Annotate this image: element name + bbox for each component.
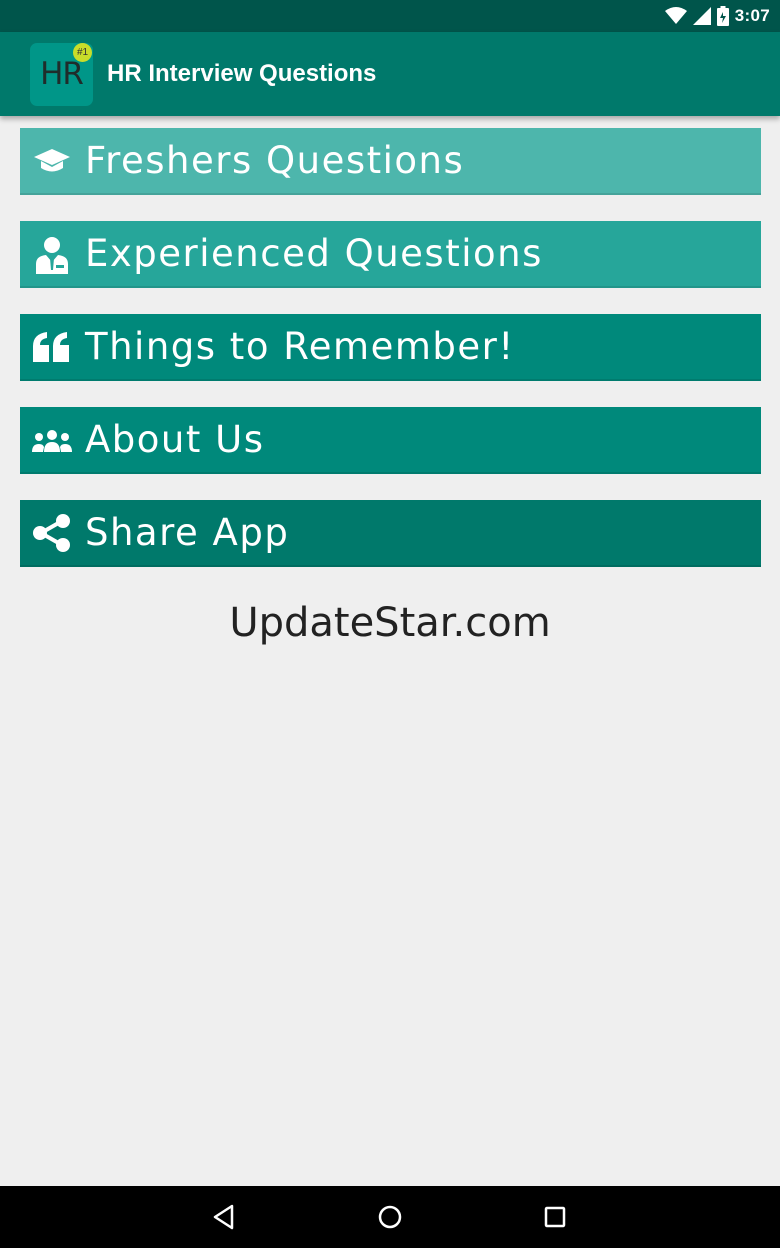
menu-label: Freshers Questions bbox=[85, 139, 465, 182]
system-nav-bar bbox=[0, 1186, 780, 1248]
menu-label: Share App bbox=[85, 511, 290, 554]
menu-label: Experienced Questions bbox=[85, 232, 543, 275]
things-to-remember-button[interactable]: Things to Remember! bbox=[20, 314, 761, 381]
menu-label: Things to Remember! bbox=[85, 325, 515, 368]
experienced-questions-button[interactable]: Experienced Questions bbox=[20, 221, 761, 288]
battery-icon bbox=[716, 6, 729, 26]
watermark-text: UpdateStar.com bbox=[229, 600, 551, 646]
home-icon[interactable] bbox=[350, 1186, 430, 1248]
wifi-icon bbox=[664, 7, 687, 25]
logo-text: HR bbox=[40, 56, 84, 92]
back-icon[interactable] bbox=[184, 1186, 264, 1248]
status-bar: 3:07 bbox=[0, 0, 780, 32]
about-us-button[interactable]: About Us bbox=[20, 407, 761, 474]
app-logo: HR #1 bbox=[30, 42, 93, 106]
status-time: 3:07 bbox=[734, 6, 770, 25]
recents-icon[interactable] bbox=[515, 1186, 595, 1248]
app-bar: HR #1 HR Interview Questions bbox=[0, 32, 780, 116]
share-icon bbox=[20, 499, 84, 566]
freshers-questions-button[interactable]: Freshers Questions bbox=[20, 128, 761, 195]
logo-badge: #1 bbox=[73, 42, 92, 62]
users-icon bbox=[20, 406, 84, 473]
graduation-cap-icon bbox=[20, 127, 84, 194]
app-title: HR Interview Questions bbox=[107, 60, 377, 87]
share-app-button[interactable]: Share App bbox=[20, 500, 761, 567]
menu-label: About Us bbox=[85, 418, 265, 461]
main-menu: Freshers Questions Experienced Questions… bbox=[20, 128, 761, 593]
user-tie-icon bbox=[20, 220, 84, 287]
cell-signal-icon bbox=[692, 7, 711, 25]
quote-icon bbox=[20, 313, 84, 380]
